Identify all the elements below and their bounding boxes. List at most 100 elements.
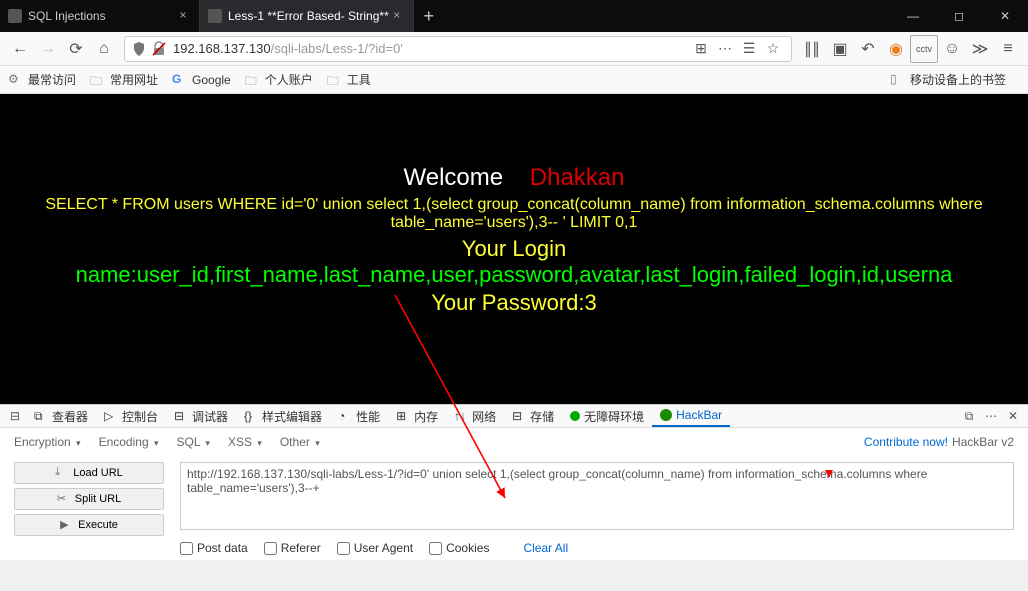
bookmark-item[interactable]: 🗀个人账户 (245, 71, 313, 88)
folder-icon: 🗀 (327, 72, 343, 88)
url-bar[interactable]: 192.168.137.130/sqli-labs/Less-1/?id=0' … (124, 36, 792, 62)
overflow-icon[interactable]: ≫ (966, 35, 994, 63)
split-url-button[interactable]: ✂Split URL (14, 488, 164, 510)
hackbar-icon (660, 409, 672, 421)
split-icon: ✂ (57, 492, 71, 506)
devtools-tab-inspector[interactable]: ⧉查看器 (26, 405, 96, 427)
password-label: Your Password:3 (0, 290, 1028, 316)
devtools-tab-storage[interactable]: ⊟存储 (504, 405, 562, 427)
clear-all-link[interactable]: Clear All (523, 541, 568, 555)
hackbar-version: HackBar v2 (952, 435, 1014, 449)
bookmarks-bar: ⚙最常访问 🗀常用网址 GGoogle 🗀个人账户 🗀工具 ▯移动设备上的书签 (0, 66, 1028, 94)
login-label: Your Login (0, 236, 1028, 262)
mobile-bookmarks[interactable]: ▯移动设备上的书签 (890, 71, 1006, 88)
devtools-dock-icon[interactable]: ⊟ (4, 409, 26, 423)
login-value: name:user_id,first_name,last_name,user,p… (0, 262, 1028, 288)
window-close-button[interactable]: ✕ (982, 0, 1028, 32)
tab-favicon (208, 9, 222, 23)
account-icon[interactable]: ☺ (938, 35, 966, 63)
menu-icon[interactable]: ≡ (994, 35, 1022, 63)
back-button[interactable]: ← (6, 35, 34, 63)
window-titlebar: SQL Injections × Less-1 **Error Based- S… (0, 0, 1028, 32)
a11y-icon (570, 411, 580, 421)
devtools-tab-debugger[interactable]: ⊟调试器 (166, 405, 236, 427)
library-icon[interactable]: ∥∥ (798, 35, 826, 63)
execute-icon: ▶ (60, 518, 74, 532)
tab-label: SQL Injections (28, 9, 175, 23)
hackbar-body: ⤓Load URL ✂Split URL ▶Execute (0, 456, 1028, 536)
debugger-icon: ⊟ (174, 409, 188, 423)
devtools-tab-hackbar[interactable]: HackBar (652, 405, 730, 427)
console-icon: ▷ (104, 409, 118, 423)
execute-button[interactable]: ▶Execute (14, 514, 164, 536)
devtools-close-icon[interactable]: ✕ (1002, 409, 1024, 423)
bookmark-star-icon[interactable]: ☆ (761, 37, 785, 61)
inspector-icon: ⧉ (34, 409, 48, 423)
referer-checkbox[interactable]: Referer (264, 541, 321, 555)
browser-tab[interactable]: SQL Injections × (0, 0, 200, 32)
hackbar-menu-encryption[interactable]: Encryption ▾ (14, 435, 81, 449)
devtools-tabbar: ⊟ ⧉查看器 ▷控制台 ⊟调试器 {}样式编辑器 ◔性能 ⊞内存 ↑↓网络 ⊟存… (0, 404, 1028, 428)
devtools-tab-a11y[interactable]: 无障碍环境 (562, 405, 652, 427)
shield-icon (131, 41, 147, 57)
devtools-tab-network[interactable]: ↑↓网络 (446, 405, 504, 427)
hackbar-menu-sql[interactable]: SQL ▾ (177, 435, 210, 449)
reader-icon[interactable]: ☰ (737, 37, 761, 61)
google-icon: G (172, 72, 188, 88)
browser-tab[interactable]: Less-1 **Error Based- String** × (200, 0, 414, 32)
reload-button[interactable]: ⟳ (62, 35, 90, 63)
sql-query-text: SELECT * FROM users WHERE id='0' union s… (0, 196, 1028, 232)
window-minimize-button[interactable]: — (890, 0, 936, 32)
close-icon[interactable]: × (175, 8, 191, 24)
hackbar-options: Post data Referer User Agent Cookies Cle… (0, 536, 1028, 560)
tab-label: Less-1 **Error Based- String** (228, 9, 389, 23)
folder-icon: 🗀 (245, 72, 261, 88)
extension-icon[interactable]: ◉ (882, 35, 910, 63)
close-icon[interactable]: × (389, 8, 405, 24)
mobile-icon: ▯ (890, 72, 906, 88)
forward-button[interactable]: → (34, 35, 62, 63)
hackbar-menu-xss[interactable]: XSS ▾ (228, 435, 262, 449)
tab-favicon (8, 9, 22, 23)
window-maximize-button[interactable]: ◻ (936, 0, 982, 32)
hackbar-toolbar: Encryption ▾ Encoding ▾ SQL ▾ XSS ▾ Othe… (0, 428, 1028, 456)
load-icon: ⤓ (55, 466, 69, 480)
ext-icon[interactable]: cctv (910, 35, 938, 63)
home-button[interactable]: ⌂ (90, 35, 118, 63)
storage-icon: ⊟ (512, 409, 526, 423)
hackbar-menu-encoding[interactable]: Encoding ▾ (99, 435, 159, 449)
devtools-tab-memory[interactable]: ⊞内存 (388, 405, 446, 427)
undo-icon[interactable]: ↶ (854, 35, 882, 63)
gear-icon: ⚙ (8, 72, 24, 88)
perf-icon: ◔ (338, 409, 352, 423)
load-url-button[interactable]: ⤓Load URL (14, 462, 164, 484)
folder-icon: 🗀 (90, 72, 106, 88)
new-tab-button[interactable]: + (414, 0, 444, 32)
memory-icon: ⊞ (396, 409, 410, 423)
cookies-checkbox[interactable]: Cookies (429, 541, 489, 555)
meatball-icon[interactable]: ⋯ (713, 37, 737, 61)
dhakkan-text: Dhakkan (530, 164, 625, 191)
useragent-checkbox[interactable]: User Agent (337, 541, 413, 555)
nav-toolbar: ← → ⟳ ⌂ 192.168.137.130/sqli-labs/Less-1… (0, 32, 1028, 66)
bookmark-item[interactable]: 🗀工具 (327, 71, 371, 88)
hackbar-menu-other[interactable]: Other ▾ (280, 435, 320, 449)
welcome-text: Welcome (404, 164, 504, 191)
hackbar-url-input[interactable] (180, 462, 1014, 530)
network-icon: ↑↓ (454, 409, 468, 423)
insecure-icon (151, 41, 167, 57)
devtools-more-icon[interactable]: ⋯ (980, 409, 1002, 423)
postdata-checkbox[interactable]: Post data (180, 541, 248, 555)
url-text: 192.168.137.130/sqli-labs/Less-1/?id=0' (173, 41, 689, 56)
bookmark-item[interactable]: ⚙最常访问 (8, 71, 76, 88)
bookmark-item[interactable]: GGoogle (172, 72, 231, 88)
sidebar-icon[interactable]: ▣ (826, 35, 854, 63)
page-content: Welcome Dhakkan SELECT * FROM users WHER… (0, 94, 1028, 404)
bookmark-item[interactable]: 🗀常用网址 (90, 71, 158, 88)
devtools-tab-performance[interactable]: ◔性能 (330, 405, 388, 427)
qr-icon[interactable]: ⊞ (689, 37, 713, 61)
devtools-tab-console[interactable]: ▷控制台 (96, 405, 166, 427)
responsive-icon[interactable]: ⧉ (958, 409, 980, 424)
hackbar-contribute-link[interactable]: Contribute now! (864, 435, 948, 449)
devtools-tab-style[interactable]: {}样式编辑器 (236, 405, 330, 427)
